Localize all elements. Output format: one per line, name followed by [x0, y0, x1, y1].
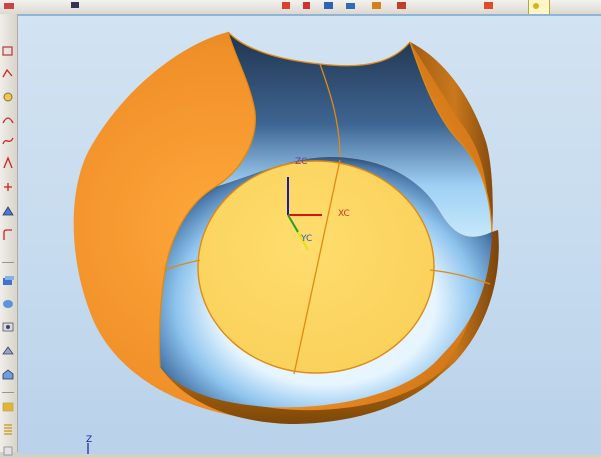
- point-icon[interactable]: [1, 180, 15, 194]
- edge-icon[interactable]: [1, 228, 15, 242]
- zc-label: ZC: [295, 157, 307, 167]
- graphics-viewport[interactable]: ZC XC YC Z: [18, 14, 601, 454]
- spline-icon[interactable]: [1, 156, 15, 170]
- snap-icon[interactable]: [528, 0, 550, 15]
- view-triad-z-label: Z: [86, 435, 92, 445]
- 3d-model[interactable]: ZC XC YC Z: [18, 16, 601, 454]
- sketch-icon[interactable]: [1, 44, 15, 58]
- spline-icon[interactable]: [1, 134, 15, 148]
- view-icon[interactable]: [344, 0, 358, 14]
- hole-icon[interactable]: [1, 320, 15, 334]
- blend-icon[interactable]: [1, 368, 15, 382]
- extrude-icon[interactable]: [1, 274, 15, 288]
- settings-icon[interactable]: [1, 444, 15, 458]
- curve-icon[interactable]: [1, 66, 15, 80]
- circle-icon[interactable]: [1, 90, 15, 104]
- top-toolbar: [0, 0, 601, 15]
- left-toolbar: [0, 14, 18, 456]
- view-triad: Z: [86, 435, 92, 454]
- feature-icon[interactable]: [1, 344, 15, 358]
- render-icon[interactable]: [395, 0, 409, 14]
- cube-icon[interactable]: [300, 0, 314, 14]
- view-icon[interactable]: [322, 0, 336, 14]
- shell-icon[interactable]: [1, 400, 15, 414]
- layer-icon[interactable]: [482, 0, 496, 14]
- revolve-icon[interactable]: [1, 297, 15, 311]
- yc-label: YC: [300, 234, 312, 244]
- plane-icon[interactable]: [1, 204, 15, 218]
- planar-face[interactable]: [197, 160, 435, 374]
- cube-icon[interactable]: [280, 0, 294, 14]
- xc-label: XC: [338, 209, 350, 219]
- render-icon[interactable]: [370, 0, 384, 14]
- thread-icon[interactable]: [1, 422, 15, 436]
- arrow-icon[interactable]: [2, 0, 16, 14]
- gear-icon[interactable]: [68, 0, 82, 14]
- arc-icon[interactable]: [1, 112, 15, 126]
